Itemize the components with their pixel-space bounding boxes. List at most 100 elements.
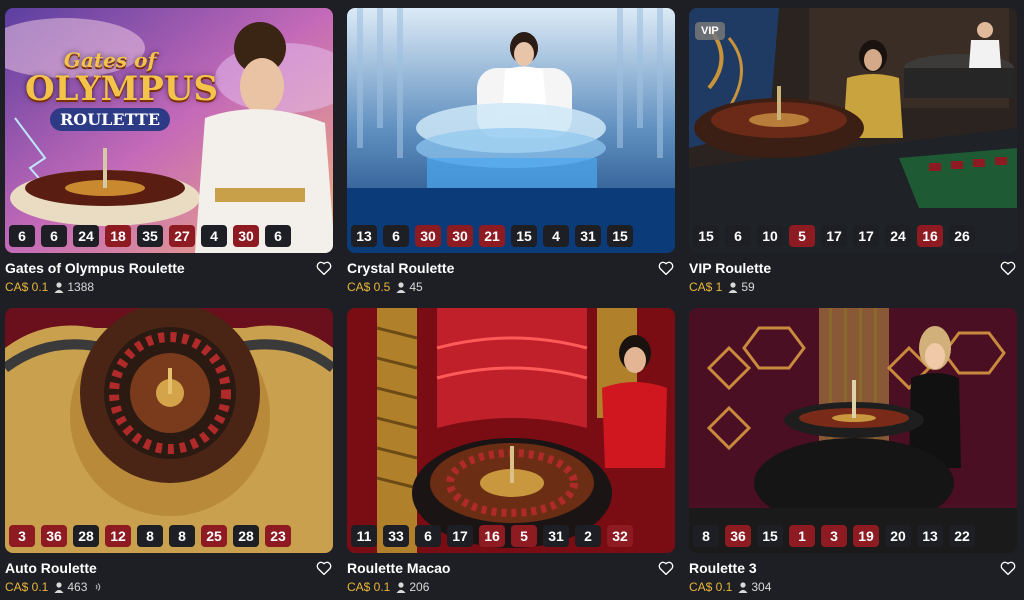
result-number: 6 bbox=[41, 225, 67, 247]
player-count: 206 bbox=[396, 580, 429, 594]
game-thumbnail[interactable]: 8 36 15 1 3 19 20 13 22 bbox=[689, 308, 1017, 553]
player-count: 59 bbox=[728, 280, 755, 294]
result-number: 5 bbox=[789, 225, 815, 247]
game-card: 11 33 6 17 16 5 31 2 32 Roulette Macao CA$ 0.1 2… bbox=[347, 308, 675, 595]
recent-results: 3 36 28 12 8 8 25 28 23 bbox=[5, 525, 333, 547]
game-logo: Gates of OLYMPUS ROULETTE bbox=[25, 48, 219, 131]
result-number: 36 bbox=[41, 525, 67, 547]
game-card: Gates of OLYMPUS ROULETTE 6 6 24 18 35 27 4 30 6… bbox=[5, 8, 333, 295]
result-number: 3 bbox=[9, 525, 35, 547]
player-count: 45 bbox=[396, 280, 423, 294]
recent-results: 6 6 24 18 35 27 4 30 6 bbox=[5, 225, 333, 247]
result-number: 22 bbox=[949, 525, 975, 547]
game-title[interactable]: Roulette Macao bbox=[347, 560, 450, 576]
person-icon bbox=[54, 581, 64, 593]
player-count-value: 304 bbox=[751, 580, 772, 594]
min-bet: CA$ 0.1 bbox=[347, 580, 391, 594]
game-meta: CA$ 0.1 304 bbox=[689, 580, 1017, 594]
result-number: 33 bbox=[383, 525, 409, 547]
result-number: 27 bbox=[169, 225, 195, 247]
result-number: 20 bbox=[885, 525, 911, 547]
result-number: 13 bbox=[351, 225, 377, 247]
result-number: 15 bbox=[511, 225, 537, 247]
result-number: 30 bbox=[447, 225, 473, 247]
heart-outline-icon[interactable] bbox=[999, 559, 1017, 577]
result-number: 31 bbox=[543, 525, 569, 547]
heart-outline-icon[interactable] bbox=[999, 259, 1017, 277]
result-number: 24 bbox=[885, 225, 911, 247]
result-number: 2 bbox=[575, 525, 601, 547]
result-number: 28 bbox=[73, 525, 99, 547]
game-thumbnail[interactable]: 13 6 30 30 21 15 4 31 15 bbox=[347, 8, 675, 253]
game-meta: CA$ 0.1 1388 bbox=[5, 280, 333, 294]
result-number: 18 bbox=[105, 225, 131, 247]
result-number: 6 bbox=[265, 225, 291, 247]
logo-line-2: OLYMPUS bbox=[25, 69, 219, 109]
result-number: 4 bbox=[543, 225, 569, 247]
result-number: 26 bbox=[949, 225, 975, 247]
result-number: 25 bbox=[201, 525, 227, 547]
result-number: 6 bbox=[383, 225, 409, 247]
min-bet: CA$ 0.5 bbox=[347, 280, 391, 294]
game-meta: CA$ 1 59 bbox=[689, 280, 1017, 294]
result-number: 24 bbox=[73, 225, 99, 247]
game-title[interactable]: Crystal Roulette bbox=[347, 260, 454, 276]
result-number: 6 bbox=[9, 225, 35, 247]
result-number: 1 bbox=[789, 525, 815, 547]
person-icon bbox=[396, 581, 406, 593]
player-count-value: 59 bbox=[741, 280, 755, 294]
player-count-value: 463 bbox=[67, 580, 88, 594]
recent-results: 15 6 10 5 17 17 24 16 26 bbox=[689, 225, 1017, 247]
heart-outline-icon[interactable] bbox=[657, 259, 675, 277]
heart-outline-icon[interactable] bbox=[315, 559, 333, 577]
game-title[interactable]: VIP Roulette bbox=[689, 260, 771, 276]
heart-outline-icon[interactable] bbox=[315, 259, 333, 277]
game-title[interactable]: Roulette 3 bbox=[689, 560, 757, 576]
game-card: 13 6 30 30 21 15 4 31 15 Crystal Roulette CA$ 0.… bbox=[347, 8, 675, 295]
player-count-value: 1388 bbox=[67, 280, 95, 294]
result-number: 10 bbox=[757, 225, 783, 247]
game-artwork bbox=[689, 308, 1017, 553]
game-meta: CA$ 0.1 206 bbox=[347, 580, 675, 594]
min-bet: CA$ 0.1 bbox=[5, 280, 49, 294]
game-meta: CA$ 0.1 463 bbox=[5, 580, 333, 594]
person-icon bbox=[728, 281, 738, 293]
result-number: 11 bbox=[351, 525, 377, 547]
result-number: 30 bbox=[233, 225, 259, 247]
game-thumbnail[interactable]: VIP 15 6 10 5 17 17 24 16 26 bbox=[689, 8, 1017, 253]
result-number: 15 bbox=[693, 225, 719, 247]
result-number: 6 bbox=[725, 225, 751, 247]
game-artwork bbox=[689, 8, 1017, 253]
game-thumbnail[interactable]: 3 36 28 12 8 8 25 28 23 bbox=[5, 308, 333, 553]
game-card: 3 36 28 12 8 8 25 28 23 Auto Roulette CA$ 0.1 46… bbox=[5, 308, 333, 595]
result-number: 36 bbox=[725, 525, 751, 547]
result-number: 28 bbox=[233, 525, 259, 547]
logo-line-3: ROULETTE bbox=[49, 108, 171, 131]
game-artwork bbox=[347, 308, 675, 553]
game-artwork bbox=[5, 308, 333, 553]
player-count: 304 bbox=[738, 580, 771, 594]
heart-outline-icon[interactable] bbox=[657, 559, 675, 577]
result-number: 16 bbox=[479, 525, 505, 547]
game-title[interactable]: Auto Roulette bbox=[5, 560, 97, 576]
result-number: 12 bbox=[105, 525, 131, 547]
result-number: 8 bbox=[169, 525, 195, 547]
result-number: 17 bbox=[447, 525, 473, 547]
game-thumbnail[interactable]: Gates of OLYMPUS ROULETTE 6 6 24 18 35 27 4 30 6 bbox=[5, 8, 333, 253]
player-count: 1388 bbox=[54, 280, 94, 294]
game-meta: CA$ 0.5 45 bbox=[347, 280, 675, 294]
player-count: 463 bbox=[54, 580, 87, 594]
result-number: 35 bbox=[137, 225, 163, 247]
result-number: 5 bbox=[511, 525, 537, 547]
game-thumbnail[interactable]: 11 33 6 17 16 5 31 2 32 bbox=[347, 308, 675, 553]
result-number: 8 bbox=[693, 525, 719, 547]
result-number: 15 bbox=[607, 225, 633, 247]
recent-results: 11 33 6 17 16 5 31 2 32 bbox=[347, 525, 675, 547]
person-icon bbox=[396, 281, 406, 293]
min-bet: CA$ 0.1 bbox=[689, 580, 733, 594]
recent-results: 8 36 15 1 3 19 20 13 22 bbox=[689, 525, 1017, 547]
game-card: 8 36 15 1 3 19 20 13 22 Roulette 3 CA$ 0.1 304 bbox=[689, 308, 1017, 595]
game-card: VIP 15 6 10 5 17 17 24 16 26 VIP Roulette CA$ 1 … bbox=[689, 8, 1017, 295]
game-title[interactable]: Gates of Olympus Roulette bbox=[5, 260, 185, 276]
min-bet: CA$ 0.1 bbox=[5, 580, 49, 594]
